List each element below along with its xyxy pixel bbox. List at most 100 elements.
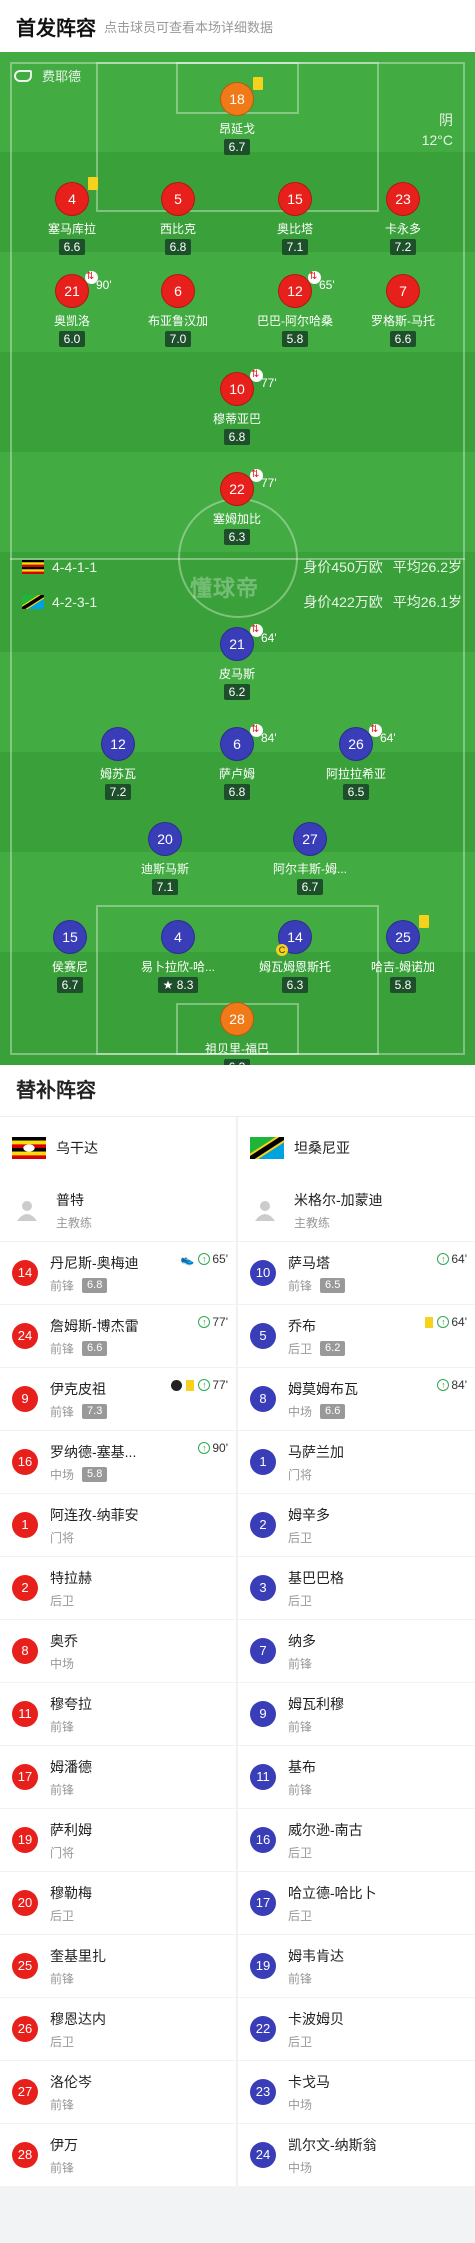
player-home[interactable]: 23 卡永多 7.2 xyxy=(343,182,463,256)
sub-player-row[interactable]: 24 詹姆斯-博杰雷 前锋 6.6 ↑ 77' xyxy=(0,1304,236,1367)
player-info: 卡戈马 中场 xyxy=(288,2072,330,2113)
sub-minute: 90' xyxy=(96,278,112,292)
player-number: 11 xyxy=(12,1701,38,1727)
player-home[interactable]: 18 昂延戈 6.7 xyxy=(177,77,297,156)
home-age: 平均26.2岁 xyxy=(392,559,462,575)
sub-player-row[interactable]: 20 穆勒梅 后卫 xyxy=(0,1871,236,1934)
player-name: 塞姆加比 xyxy=(212,512,261,526)
away-subs-header: 坦桑尼亚 xyxy=(238,1117,475,1179)
player-position: 前锋 xyxy=(50,1971,75,1986)
player-away[interactable]: 20 迪斯马斯 7.1 xyxy=(105,822,225,896)
player-away[interactable]: 684' 萨卢姆 6.8 xyxy=(177,723,297,801)
away-coach[interactable]: 米格尔-加蒙迪 主教练 xyxy=(238,1179,475,1241)
sub-player-row[interactable]: 28 伊万 前锋 xyxy=(0,2123,236,2186)
player-name: 侯赛尼 xyxy=(51,960,88,974)
player-home[interactable]: 1077' 穆蒂亚巴 6.8 xyxy=(177,368,297,446)
player-away[interactable]: 4 易卜拉欣-哈... ★ 8.3 xyxy=(118,920,238,994)
sub-player-row[interactable]: 2 特拉赫 后卫 xyxy=(0,1556,236,1619)
sub-minute: 77' xyxy=(261,476,277,490)
player-away[interactable]: 12 姆苏瓦 7.2 xyxy=(58,727,178,801)
player-number: 28 xyxy=(220,1002,254,1036)
tanzania-flag-icon xyxy=(22,595,44,609)
player-info: 萨利姆 门将 xyxy=(50,1820,92,1861)
sub-player-row[interactable]: 11 基布 前锋 xyxy=(238,1745,475,1808)
sub-player-row[interactable]: 19 姆韦肯达 前锋 xyxy=(238,1934,475,1997)
sub-player-row[interactable]: 10 萨马塔 前锋 6.5 ↑ 64' xyxy=(238,1241,475,1304)
player-home[interactable]: 2277' 塞姆加比 6.3 xyxy=(177,468,297,546)
player-away[interactable]: 2664' 阿拉拉希亚 6.5 xyxy=(296,723,416,801)
sub-player-row[interactable]: 16 威尔逊-南古 后卫 xyxy=(238,1808,475,1871)
sub-player-row[interactable]: 5 乔布 后卫 6.2 ↑ 64' xyxy=(238,1304,475,1367)
sub-player-row[interactable]: 3 基巴巴格 后卫 xyxy=(238,1556,475,1619)
player-info: 马萨兰加 门将 xyxy=(288,1442,344,1483)
sub-minute: 64' xyxy=(261,631,277,645)
player-position: 门将 xyxy=(50,1845,75,1860)
player-name: 萨马塔 xyxy=(288,1254,330,1271)
player-number: 19 xyxy=(12,1827,38,1853)
yellow-card-icon xyxy=(253,77,263,90)
player-events: ↑ 64' xyxy=(437,1252,467,1266)
sub-player-row[interactable]: 1 马萨兰加 门将 xyxy=(238,1430,475,1493)
sub-player-row[interactable]: 22 卡波姆贝 后卫 xyxy=(238,1997,475,2060)
player-info: 阿连孜-纳菲安 门将 xyxy=(50,1505,139,1546)
home-coach[interactable]: 普特 主教练 xyxy=(0,1179,236,1241)
player-name: 迪斯马斯 xyxy=(140,862,189,876)
player-home[interactable]: 5 西比克 6.8 xyxy=(118,182,238,256)
sub-player-row[interactable]: 16 罗纳德-塞基... 中场 5.8 ↑ 90' xyxy=(0,1430,236,1493)
player-number: 1 xyxy=(12,1512,38,1538)
sub-player-row[interactable]: 25 奎基里扎 前锋 xyxy=(0,1934,236,1997)
sub-player-row[interactable]: 17 姆潘德 前锋 xyxy=(0,1745,236,1808)
sub-player-row[interactable]: 7 纳多 前锋 xyxy=(238,1619,475,1682)
sub-player-row[interactable]: 2 姆辛多 后卫 xyxy=(238,1493,475,1556)
home-subs-header: 乌干达 xyxy=(0,1117,236,1179)
player-number: 15 xyxy=(53,920,87,954)
sub-player-row[interactable]: 17 哈立德-哈比卜 后卫 xyxy=(238,1871,475,1934)
sub-player-row[interactable]: 23 卡戈马 中场 xyxy=(238,2060,475,2123)
coach-avatar-icon xyxy=(255,1201,275,1221)
player-name: 乔布 xyxy=(288,1317,316,1334)
player-number: 9 xyxy=(250,1701,276,1727)
player-away[interactable]: 2164' 皮马斯 6.2 xyxy=(177,623,297,701)
player-number: 7 xyxy=(386,274,420,308)
player-number: 1077' xyxy=(220,368,277,406)
sub-minute: 65' xyxy=(319,278,335,292)
player-home[interactable]: 2190' 奥凯洛 6.0 xyxy=(12,270,132,348)
player-number: 17 xyxy=(12,1764,38,1790)
player-number: 16 xyxy=(250,1827,276,1853)
sub-player-row[interactable]: 1 阿连孜-纳菲安 门将 xyxy=(0,1493,236,1556)
player-away[interactable]: 14 C 姆瓦姆恩斯托 6.3 xyxy=(235,920,355,994)
player-away[interactable]: 27 阿尔丰斯-姆... 6.7 xyxy=(250,822,370,896)
sub-player-row[interactable]: 9 伊克皮祖 前锋 7.3 ↑ 77' xyxy=(0,1367,236,1430)
player-home[interactable]: 6 布亚鲁汉加 7.0 xyxy=(118,274,238,348)
sub-player-row[interactable]: 19 萨利姆 门将 xyxy=(0,1808,236,1871)
player-away[interactable]: 25 哈吉-姆诺加 5.8 xyxy=(343,915,463,994)
player-name: 西比克 xyxy=(159,222,196,236)
tanzania-flag-icon xyxy=(250,1137,284,1159)
sub-player-row[interactable]: 11 穆夸拉 前锋 xyxy=(0,1682,236,1745)
player-info: 洛伦岑 前锋 xyxy=(50,2072,92,2113)
player-rating: 6.2 xyxy=(320,1340,346,1356)
player-away[interactable]: 15 侯赛尼 6.7 xyxy=(10,920,130,994)
weather-condition: 阴 xyxy=(439,112,453,128)
sub-player-row[interactable]: 8 姆莫姆布瓦 中场 6.6 ↑ 84' xyxy=(238,1367,475,1430)
player-name: 姆辛多 xyxy=(288,1506,330,1523)
uganda-flag-icon xyxy=(22,560,44,574)
sub-minute: 84' xyxy=(261,731,277,745)
player-rating: 6.3 xyxy=(281,977,309,993)
sub-player-row[interactable]: 27 洛伦岑 前锋 xyxy=(0,2060,236,2123)
sub-player-row[interactable]: 9 姆瓦利穆 前锋 xyxy=(238,1682,475,1745)
sub-player-row[interactable]: 26 穆恩达内 后卫 xyxy=(0,1997,236,2060)
player-number: 25 xyxy=(386,915,429,954)
player-home[interactable]: 7 罗格斯-马托 6.6 xyxy=(343,274,463,348)
player-home[interactable]: 15 奥比塔 7.1 xyxy=(235,182,355,256)
sub-player-row[interactable]: 24 凯尔文-纳斯翁 中场 xyxy=(238,2123,475,2186)
player-away[interactable]: 28祖贝里-福巴6.3 xyxy=(177,1002,297,1065)
referee: 费耶德 xyxy=(14,66,81,85)
away-value: 身价422万欧 xyxy=(303,594,383,610)
player-info: 姆韦肯达 前锋 xyxy=(288,1946,344,1987)
sub-player-row[interactable]: 8 奥乔 中场 xyxy=(0,1619,236,1682)
sub-player-row[interactable]: 14 丹尼斯-奥梅迪 前锋 6.8 👟 ↑ 65' xyxy=(0,1241,236,1304)
player-home[interactable]: 4 塞马库拉 6.6 xyxy=(12,177,132,256)
player-name: 丹尼斯-奥梅迪 xyxy=(50,1254,139,1271)
player-home[interactable]: 1265' 巴巴-阿尔哈桑 5.8 xyxy=(235,270,355,348)
